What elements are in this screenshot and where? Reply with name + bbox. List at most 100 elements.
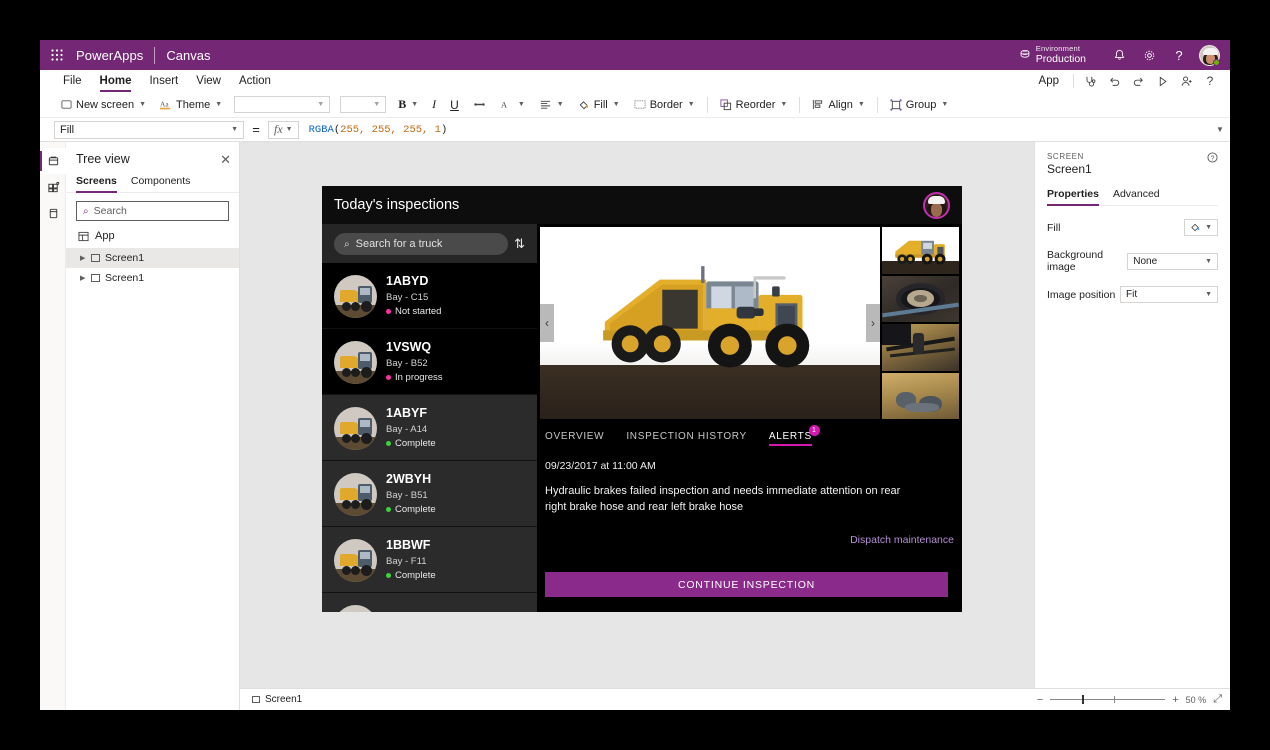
tab-home[interactable]: Home (91, 70, 141, 92)
hero-image[interactable]: ‹ › (540, 227, 880, 419)
font-size-select[interactable]: ▼ (340, 96, 386, 113)
tree-node-label: Screen1 (105, 272, 144, 284)
rail-item-components[interactable] (40, 174, 66, 200)
italic-button[interactable]: I (425, 95, 443, 115)
tree-node-screen1-b[interactable]: ▶ Screen1 (66, 268, 239, 288)
tree-view-icon (47, 155, 60, 168)
continue-inspection-button[interactable]: CONTINUE INSPECTION (545, 572, 948, 597)
border-button[interactable]: Border ▼ (627, 95, 702, 115)
redo-icon[interactable] (1126, 70, 1150, 92)
close-icon[interactable]: ✕ (220, 153, 231, 166)
chevron-down-icon: ▼ (557, 101, 564, 108)
zoom-slider[interactable] (1050, 699, 1165, 700)
sort-icon[interactable]: ⇅ (514, 236, 527, 252)
waffle-icon[interactable] (40, 49, 74, 61)
bold-button[interactable]: B ▼ (391, 95, 425, 115)
formula-input[interactable]: RGBA(255, 255, 255, 1) (299, 118, 1210, 141)
dispatch-maintenance-link[interactable]: Dispatch maintenance (850, 534, 954, 546)
background-image-select[interactable]: None ▼ (1127, 253, 1218, 270)
list-item[interactable]: 1ABYF Bay - A14 Complete (322, 395, 537, 461)
tab-advanced[interactable]: Advanced (1113, 188, 1160, 205)
bell-icon[interactable] (1104, 40, 1134, 70)
avatar[interactable] (1194, 40, 1224, 70)
status-screen-indicator[interactable]: Screen1 (248, 694, 302, 705)
list-item[interactable]: 3ABHH Bay - B09 (322, 593, 537, 612)
image-position-select[interactable]: Fit ▼ (1120, 286, 1218, 303)
font-color-button[interactable]: A ▼ (493, 95, 532, 115)
formula-expand-icon[interactable]: ▼ (1210, 125, 1230, 134)
tree-node-screen1-a[interactable]: ▶ Screen1 (66, 248, 239, 268)
tab-file[interactable]: File (54, 70, 91, 92)
tab-alerts[interactable]: ALERTS 1 (769, 431, 812, 446)
fill-bucket-icon (1190, 222, 1201, 233)
tab-properties[interactable]: Properties (1047, 188, 1099, 205)
tree-node-app[interactable]: App (66, 227, 239, 248)
property-row-background-image: Background image None ▼ (1047, 249, 1218, 273)
new-screen-button[interactable]: New screen ▼ (54, 95, 153, 115)
underline-button[interactable]: U (443, 95, 466, 115)
status-label: In progress (395, 372, 443, 384)
theme-button[interactable]: Aa Theme ▼ (153, 95, 229, 115)
list-item[interactable]: 1VSWQ Bay - B52 In progress (322, 329, 537, 395)
truck-search-input[interactable]: ⌕ Search for a truck (334, 233, 508, 255)
chevron-right-icon[interactable]: ▶ (80, 254, 86, 262)
app-menu-button[interactable]: App (1029, 75, 1069, 87)
tab-insert[interactable]: Insert (140, 70, 187, 92)
undo-icon[interactable] (1102, 70, 1126, 92)
brand-name[interactable]: PowerApps (74, 48, 143, 63)
align-objects-button[interactable]: Align ▼ (805, 95, 871, 115)
fx-button[interactable]: fx ▼ (268, 121, 299, 139)
tab-view[interactable]: View (187, 70, 230, 92)
app-preview-canvas[interactable]: Today's inspections ⌕ Search for a truck (322, 186, 962, 612)
list-item[interactable]: 1ABYD Bay - C15 Not started (322, 263, 537, 329)
align-text-button[interactable]: ▼ (532, 95, 571, 115)
gallery-thumb-ground-detail-photo[interactable] (882, 373, 959, 420)
chevron-left-icon[interactable]: ‹ (540, 304, 554, 342)
gallery-thumb-tire-photo[interactable] (882, 276, 959, 323)
list-item[interactable]: 2WBYH Bay - B51 Complete (322, 461, 537, 527)
truck-thumbnail (334, 539, 377, 582)
fit-screen-icon[interactable]: ⤢ (1213, 693, 1222, 706)
tab-inspection-history[interactable]: INSPECTION HISTORY (626, 431, 747, 446)
zoom-in-button[interactable]: + (1172, 694, 1178, 706)
zoom-slider-handle[interactable] (1082, 695, 1084, 704)
font-family-select[interactable]: ▼ (234, 96, 330, 113)
help-circle-icon[interactable]: ? (1207, 152, 1218, 166)
group-button[interactable]: Group ▼ (883, 95, 956, 115)
app-user-avatar[interactable] (923, 192, 950, 219)
share-user-icon[interactable] (1174, 70, 1198, 92)
property-select[interactable]: Fill ▼ (54, 121, 244, 139)
command-divider (799, 97, 800, 113)
tree-view-title: Tree view (76, 152, 130, 166)
image-gallery: ‹ › (537, 224, 962, 419)
chevron-right-icon[interactable]: › (866, 304, 880, 342)
help-icon[interactable]: ? (1198, 70, 1222, 92)
stethoscope-icon[interactable] (1078, 70, 1102, 92)
tab-overview[interactable]: OVERVIEW (545, 431, 604, 446)
rail-item-data[interactable] (40, 200, 66, 226)
tree-search-input[interactable]: ⌕ Search (76, 201, 229, 221)
environment-selector[interactable]: Environment Production (1019, 45, 1104, 66)
canvas-area[interactable]: Today's inspections ⌕ Search for a truck (240, 142, 1034, 710)
gallery-thumb-hydraulic-hose-photo[interactable] (882, 324, 959, 371)
question-icon[interactable]: ? (1164, 40, 1194, 70)
tab-components[interactable]: Components (131, 172, 191, 192)
chevron-right-icon[interactable]: ▶ (80, 274, 86, 282)
fill-color-picker[interactable]: ▼ (1184, 219, 1218, 236)
list-item[interactable]: 1BBWF Bay - F11 Complete (322, 527, 537, 593)
zoom-out-button[interactable]: − (1037, 694, 1043, 706)
presence-badge (1213, 59, 1220, 66)
strikethrough-button[interactable] (466, 95, 493, 115)
reorder-button[interactable]: Reorder ▼ (713, 95, 795, 115)
gallery-thumb-truck-photo[interactable] (882, 227, 959, 274)
play-icon[interactable] (1150, 70, 1174, 92)
components-icon (47, 181, 60, 194)
rail-item-tree-view[interactable] (40, 148, 66, 174)
brand-sub-name[interactable]: Canvas (166, 48, 210, 63)
gear-icon[interactable] (1134, 40, 1164, 70)
brand-divider (154, 47, 155, 64)
tab-screens[interactable]: Screens (76, 172, 117, 192)
tab-action[interactable]: Action (230, 70, 280, 92)
fill-button[interactable]: Fill ▼ (571, 95, 627, 115)
screen-icon (91, 254, 100, 262)
